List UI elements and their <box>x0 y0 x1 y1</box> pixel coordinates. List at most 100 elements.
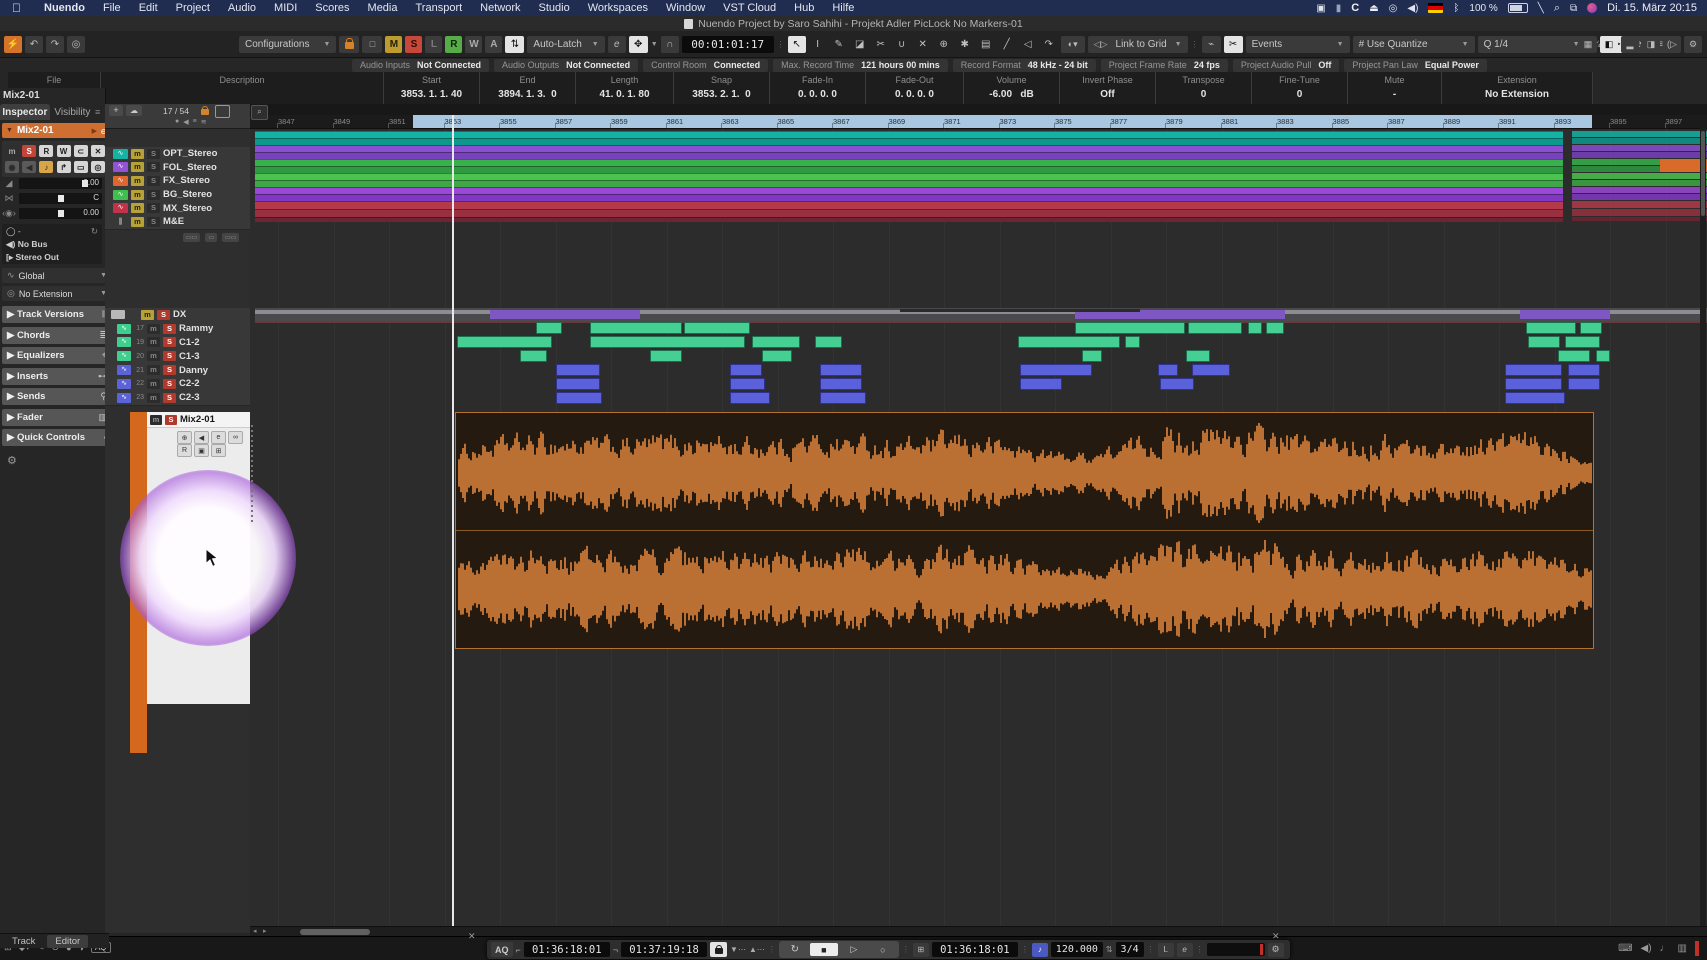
stem-event[interactable] <box>1572 217 1707 221</box>
color-menu-button[interactable]: ◐▾ <box>1061 36 1085 53</box>
menu-item-file[interactable]: File <box>94 2 130 14</box>
scrollbar-handle[interactable] <box>300 929 370 935</box>
track-row-c23[interactable]: ∿23mSC2-3 <box>105 391 262 406</box>
audition-tool[interactable]: ◁ <box>1019 36 1037 53</box>
inspector-menu-icon[interactable]: ≡ <box>95 104 105 120</box>
track-mute-button[interactable]: m <box>131 149 144 159</box>
event-info-col-transpose[interactable]: Transpose0 <box>1156 72 1252 104</box>
midi-event[interactable] <box>1160 378 1194 390</box>
track-row-dx[interactable]: mSDX <box>105 308 256 323</box>
track-solo-button[interactable]: S <box>147 162 160 172</box>
record-enable-icon[interactable]: ⊕ <box>177 431 192 444</box>
freeze-icon[interactable]: ⊞ <box>211 444 226 457</box>
track-row-me[interactable]: ⫼mSM&E <box>105 215 258 230</box>
tab-visibility[interactable]: Visibility <box>50 104 95 120</box>
volume-fader[interactable]: ◢0.00 <box>2 177 102 190</box>
configurations-dropdown[interactable]: Configurations▼ <box>239 36 336 53</box>
midi-event[interactable] <box>1565 336 1600 348</box>
mini-button[interactable]: ▭▭ <box>222 233 239 242</box>
export-range-icon[interactable]: (▷ <box>1663 36 1681 53</box>
menu-item-vstcloud[interactable]: VST Cloud <box>714 2 785 14</box>
event-info-col-fadein[interactable]: Fade-In0. 0. 0. 0 <box>770 72 866 104</box>
auto-scroll-button[interactable]: ✥ <box>629 36 648 53</box>
menu-item-nuendo[interactable]: Nuendo <box>35 2 94 14</box>
mini-button[interactable]: ▭▭ <box>183 233 200 242</box>
left-zone-icon[interactable]: ◧ <box>1600 36 1618 53</box>
tempo-track-icon[interactable]: ♪ <box>1032 943 1048 957</box>
pan-control-slider[interactable]: C <box>19 193 102 204</box>
midi-event[interactable] <box>1082 350 1102 362</box>
mute-button[interactable]: m <box>5 145 19 157</box>
section-quick-controls[interactable]: ▶ Quick Controls◔ <box>2 429 112 446</box>
scroll-right-icon[interactable]: ▸ <box>263 927 267 935</box>
line-tool[interactable]: ╱ <box>998 36 1016 53</box>
automation-r-button[interactable]: R <box>445 36 462 53</box>
automation-a-button[interactable]: A <box>485 36 502 53</box>
degree-icon[interactable]: ◎ <box>1389 3 1398 14</box>
menu-item-edit[interactable]: Edit <box>130 2 167 14</box>
track-mute-button[interactable]: m <box>147 324 160 334</box>
menu-item-midi[interactable]: MIDI <box>265 2 306 14</box>
event-info-col-volume[interactable]: Volume-6.00 dB <box>964 72 1060 104</box>
apple-menu-icon[interactable]:  <box>0 1 35 15</box>
tab-inspector[interactable]: Inspector <box>0 104 50 120</box>
record-enable-button[interactable]: ♪ <box>39 161 53 173</box>
stop-button[interactable]: ■ <box>810 943 838 956</box>
panel-splitter[interactable] <box>251 425 253 525</box>
event-info-col-mute[interactable]: Mute- <box>1348 72 1442 104</box>
list-filter-icon[interactable]: ≡ <box>193 118 197 126</box>
output-bus-label[interactable]: [▸ Stereo Out <box>6 252 59 263</box>
add-track-button[interactable]: + <box>109 105 123 116</box>
right-zone-icon[interactable]: ◨ <box>1642 36 1660 53</box>
primary-time-display[interactable]: 00:01:01:17 <box>682 36 774 53</box>
monitor-icon[interactable]: ◀ <box>194 431 209 444</box>
workspace-lock-button[interactable] <box>339 36 359 53</box>
link-icon[interactable]: ∞ <box>228 431 243 444</box>
read-icon[interactable]: R <box>177 444 192 457</box>
midi-event[interactable] <box>1505 392 1565 404</box>
aq-button[interactable]: AQ <box>491 942 513 957</box>
pan-control[interactable]: ⋈C <box>2 192 102 205</box>
record-filter-icon[interactable]: ● <box>175 118 179 126</box>
trim-control-slider[interactable]: 0.00 <box>19 208 102 219</box>
tempo-display[interactable]: 120.000 <box>1051 942 1103 957</box>
redo-button[interactable]: ↷ <box>46 36 64 53</box>
volume-fader-slider[interactable]: 0.00 <box>19 178 102 189</box>
track-mute-button[interactable]: m <box>147 351 160 361</box>
midi-event[interactable] <box>1020 378 1062 390</box>
right-locator-time[interactable]: 01:37:19:18 <box>621 942 707 957</box>
section-fader[interactable]: ▶ Fader▥ <box>2 409 112 426</box>
glue-tool[interactable]: ∪ <box>893 36 911 53</box>
menu-item-media[interactable]: Media <box>359 2 407 14</box>
quantize-preset-dropdown[interactable]: Q 1/4▼ <box>1478 36 1586 53</box>
midi-event[interactable] <box>730 364 762 376</box>
midi-event[interactable] <box>820 392 866 404</box>
write-icon[interactable]: ▣ <box>194 444 209 457</box>
midi-event[interactable] <box>1018 336 1120 348</box>
mute-tool[interactable]: ✕ <box>914 36 932 53</box>
track-frame-button[interactable] <box>215 105 230 118</box>
automation-l-button[interactable]: L <box>425 36 442 53</box>
track-mute-button[interactable]: m <box>147 393 160 403</box>
time-format-icon[interactable]: ⊞ <box>913 943 929 957</box>
track-solo-button[interactable]: S <box>163 365 176 375</box>
metronome-icon[interactable]: ♩ <box>1660 943 1670 954</box>
track-mute-button[interactable]: m <box>150 415 162 425</box>
shortcuts-icon[interactable]: ╲ <box>1538 3 1544 14</box>
midi-event[interactable] <box>590 322 682 334</box>
track-solo-button[interactable]: S <box>147 176 160 186</box>
snap-type-dropdown[interactable]: Events▼ <box>1246 36 1350 53</box>
midi-event[interactable] <box>1075 322 1185 334</box>
workspace-frame-button[interactable]: □ <box>362 36 382 53</box>
midi-event[interactable] <box>1188 322 1242 334</box>
siri-icon[interactable] <box>1587 3 1597 13</box>
left-locator-icon[interactable]: ⌐ <box>516 945 521 955</box>
pan-control-knob[interactable] <box>58 195 64 202</box>
track-solo-button[interactable]: S <box>147 149 160 159</box>
audio-event-mix2-01[interactable] <box>455 412 1594 649</box>
write-automation-button[interactable]: W <box>57 145 71 157</box>
hand-tool[interactable]: ✱ <box>956 36 974 53</box>
main-time-display[interactable]: 01:36:18:01 <box>932 942 1018 957</box>
track-solo-button[interactable]: S <box>163 393 176 403</box>
midi-event[interactable] <box>1596 350 1610 362</box>
